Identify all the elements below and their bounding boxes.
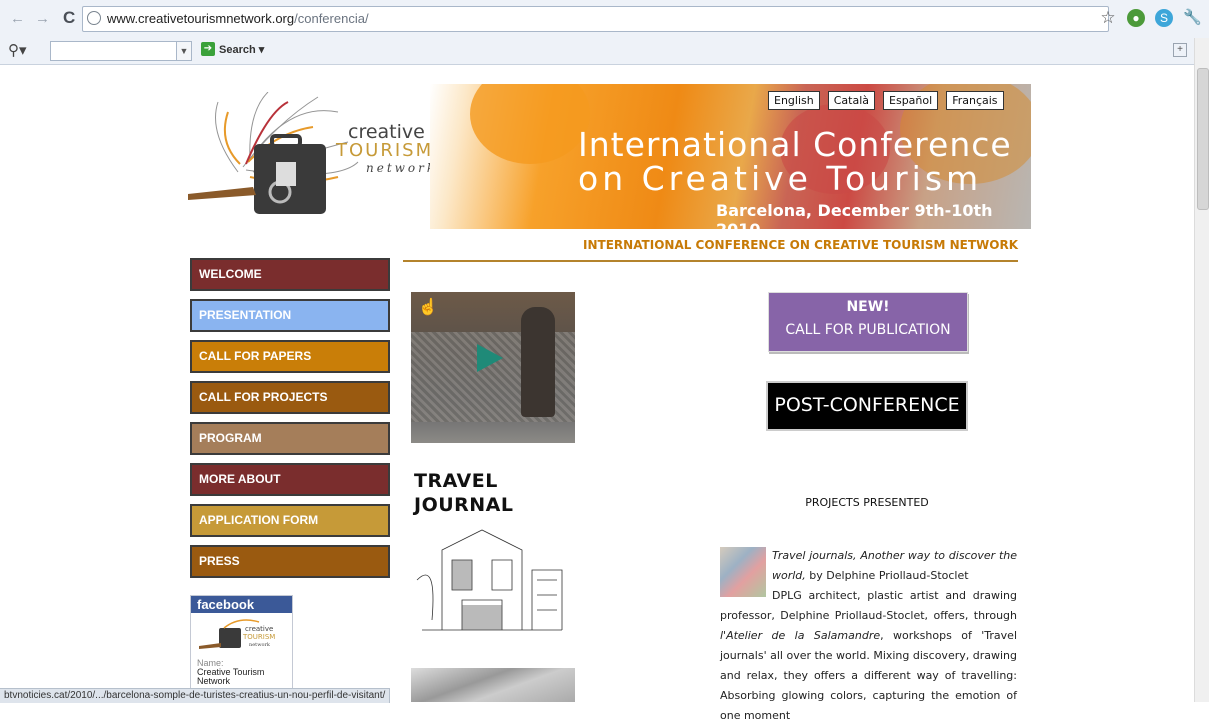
travel-journal-title: TRAVEL JOURNAL bbox=[414, 470, 514, 516]
svg-text:network: network bbox=[366, 161, 437, 175]
facebook-page-name[interactable]: Creative Tourism Network bbox=[197, 668, 264, 686]
globe-icon bbox=[87, 11, 101, 25]
scroll-thumb[interactable] bbox=[1197, 68, 1209, 210]
banner-subtitle: Barcelona, December 9th-10th 2010 bbox=[716, 201, 993, 229]
menu-press[interactable]: PRESS bbox=[190, 545, 390, 578]
back-icon[interactable]: ← bbox=[10, 10, 25, 27]
svg-text:TOURISM: TOURISM bbox=[242, 633, 275, 641]
menu-presentation[interactable]: PRESENTATION bbox=[190, 299, 390, 332]
extension-icon[interactable]: ● bbox=[1127, 9, 1145, 27]
language-switcher: English Català Español Français bbox=[768, 91, 1004, 110]
facebook-profile-image: creative TOURISM network bbox=[199, 619, 275, 649]
projects-heading: PROJECTS PRESENTED bbox=[805, 496, 929, 509]
url-input[interactable]: www.creativetourismnetwork.org/conferenc… bbox=[82, 6, 1109, 32]
travel-journal-sketch[interactable] bbox=[412, 520, 574, 642]
forward-icon[interactable]: → bbox=[35, 10, 50, 27]
svg-text:TOURISM: TOURISM bbox=[335, 140, 433, 161]
magnifier-icon[interactable]: ⚲▾ bbox=[8, 41, 27, 59]
banner-decoration bbox=[470, 84, 590, 164]
menu-program[interactable]: PROGRAM bbox=[190, 422, 390, 455]
go-arrow-icon[interactable]: ➔ bbox=[201, 42, 215, 56]
creative-tourism-logo[interactable]: creative TOURISM network bbox=[188, 92, 448, 222]
press-newspaper-image[interactable] bbox=[411, 668, 575, 702]
menu-call-for-papers[interactable]: CALL FOR PAPERS bbox=[190, 340, 390, 373]
address-bar: ← → C www.creativetourismnetwork.org/con… bbox=[0, 0, 1209, 39]
post-conference-button[interactable]: POST-CONFERENCE bbox=[766, 381, 968, 431]
banner-title-line1: International Conference bbox=[578, 125, 1012, 164]
svg-text:network: network bbox=[249, 642, 271, 648]
url-text: www.creativetourismnetwork.org/conferenc… bbox=[107, 11, 369, 26]
menu-call-for-projects[interactable]: CALL FOR PROJECTS bbox=[190, 381, 390, 414]
lang-espanol[interactable]: Español bbox=[883, 91, 939, 110]
project-description: Travel journals, Another way to discover… bbox=[720, 549, 1017, 722]
reload-icon[interactable]: C bbox=[63, 8, 75, 28]
hand-cursor-icon: ☝ bbox=[418, 299, 438, 316]
page-title: INTERNATIONAL CONFERENCE ON CREATIVE TOU… bbox=[583, 238, 1018, 252]
lang-catala[interactable]: Català bbox=[827, 91, 876, 110]
search-toolbar: ⚲▾ ▼ ➔ Search ▾ + bbox=[0, 38, 1209, 65]
call-for-publication-button[interactable]: NEW! CALL FOR PUBLICATION bbox=[768, 292, 968, 352]
menu-more-about[interactable]: MORE ABOUT bbox=[190, 463, 390, 496]
facebook-widget[interactable]: facebook creative TOURISM network Name: … bbox=[190, 595, 293, 692]
status-bar: btvnoticies.cat/2010/.../barcelona-sompl… bbox=[0, 688, 391, 703]
lang-francais[interactable]: Français bbox=[946, 91, 1004, 110]
toolbar-search-button[interactable]: Search ▾ bbox=[219, 43, 264, 56]
banner-title-line2: on Creative Tourism bbox=[578, 159, 983, 198]
svg-text:creative: creative bbox=[245, 625, 273, 633]
video-frame-person bbox=[521, 307, 555, 417]
menu-welcome[interactable]: WELCOME bbox=[190, 258, 390, 291]
star-icon[interactable]: ☆ bbox=[1099, 9, 1117, 27]
chevron-down-icon[interactable]: ▼ bbox=[176, 41, 192, 61]
plus-icon[interactable]: + bbox=[1173, 43, 1187, 57]
scrollbar[interactable] bbox=[1194, 38, 1209, 702]
divider bbox=[403, 260, 1018, 262]
menu-application-form[interactable]: APPLICATION FORM bbox=[190, 504, 390, 537]
play-icon[interactable] bbox=[477, 344, 503, 372]
toolbar-search-input[interactable] bbox=[50, 41, 177, 61]
skype-icon[interactable]: S bbox=[1155, 9, 1173, 27]
wrench-icon[interactable]: 🔧 bbox=[1183, 9, 1202, 27]
lang-english[interactable]: English bbox=[768, 91, 820, 110]
facebook-brand: facebook bbox=[191, 596, 292, 613]
